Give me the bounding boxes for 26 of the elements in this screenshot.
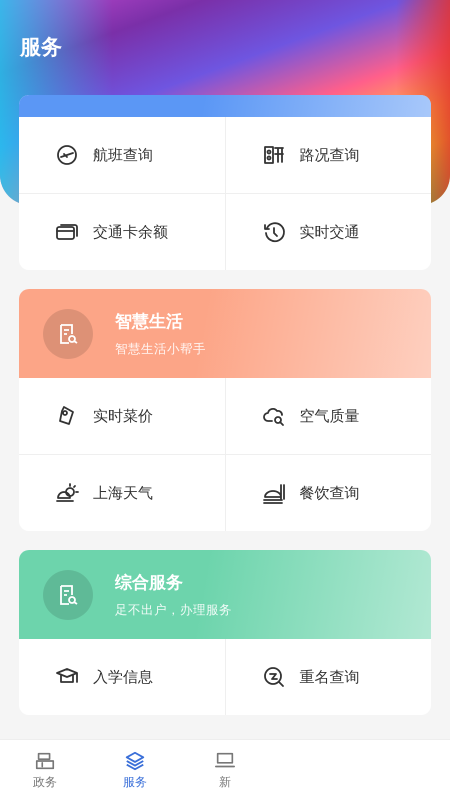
service-item[interactable]: 航班查询 [19, 117, 224, 193]
service-item[interactable]: 入学信息 [19, 639, 224, 715]
section-subtitle: 智慧生活小帮手 [115, 340, 206, 358]
section-title: 综合服务 [115, 572, 184, 594]
service-item[interactable]: 实时菜价 [19, 378, 224, 454]
layers-icon [124, 750, 146, 772]
weather-icon [55, 481, 79, 505]
section-subtitle: 足不出户，办理服务 [115, 602, 232, 618]
document-search-icon [43, 570, 93, 620]
service-item[interactable]: 重名查询 [226, 639, 431, 715]
section-title: 智慧生活 [115, 310, 184, 332]
document-search-icon [43, 308, 93, 358]
tab-item[interactable]: 政务 [0, 740, 90, 800]
service-item[interactable]: 餐饮查询 [226, 455, 431, 531]
history-icon [262, 220, 286, 244]
service-item[interactable]: 交通卡余额 [19, 194, 224, 270]
service-item[interactable]: 实时交通 [226, 194, 431, 270]
dining-icon [262, 481, 286, 505]
tab-item[interactable]: 新 [180, 740, 270, 800]
page-title: 服务 [18, 34, 63, 61]
service-item[interactable]: 上海天气 [19, 455, 224, 531]
road-sign-icon [262, 143, 286, 167]
service-item[interactable]: 路况查询 [226, 117, 431, 193]
tab-item[interactable]: 服务 [90, 740, 180, 800]
service-item[interactable]: 空气质量 [226, 378, 431, 454]
name-search-icon [262, 665, 286, 689]
